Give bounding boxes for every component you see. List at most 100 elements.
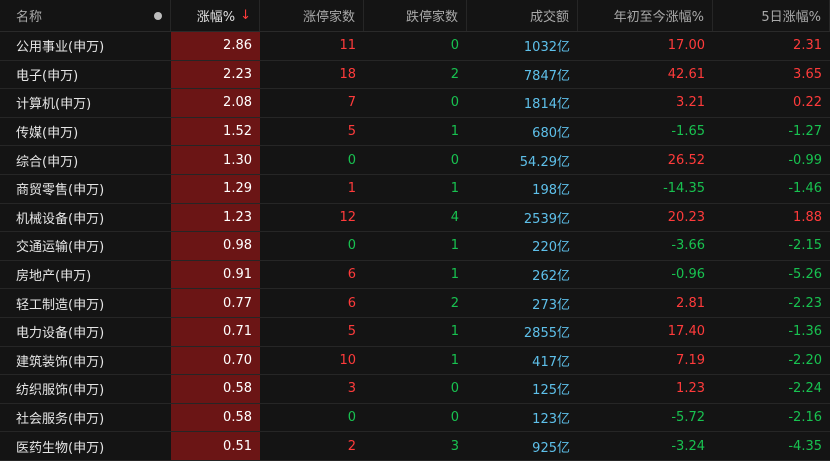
five-day-cell: -2.24	[788, 381, 822, 397]
five-day-cell: -2.20	[788, 352, 822, 368]
table-row[interactable]: 计算机(申万) 2.08 7 0 1814亿 3.21 0.22	[0, 89, 830, 118]
volume-cell: 220亿	[532, 240, 570, 256]
industry-name: 交通运输(申万)	[16, 240, 105, 256]
five-day-cell: -1.46	[788, 181, 822, 197]
limit-up-cell: 18	[339, 66, 356, 82]
five-day-cell: -5.26	[788, 267, 822, 283]
limit-down-cell: 1	[450, 352, 459, 368]
change-cell: 1.29	[171, 174, 260, 203]
table-row[interactable]: 商贸零售(申万) 1.29 1 1 198亿 -14.35 -1.46	[0, 174, 830, 204]
table-row[interactable]: 传媒(申万) 1.52 5 1 680亿 -1.65 -1.27	[0, 117, 830, 147]
limit-up-cell: 12	[339, 209, 356, 225]
five-day-cell: 0.22	[793, 95, 822, 111]
limit-down-cell: 0	[450, 410, 459, 426]
table-row[interactable]: 纺织服饰(申万) 0.58 3 0 125亿 1.23 -2.24	[0, 375, 830, 404]
column-header-name-label: 名称	[16, 10, 43, 25]
change-cell: 0.71	[171, 317, 260, 346]
column-header-change[interactable]: 涨幅% ↓	[171, 0, 260, 31]
limit-down-cell: 0	[450, 381, 459, 397]
industry-name: 电力设备(申万)	[16, 326, 105, 342]
limit-down-cell: 1	[450, 267, 459, 283]
change-cell: 0.51	[171, 432, 260, 460]
column-header-limit-down-label: 跌停家数	[405, 10, 458, 25]
limit-down-cell: 0	[450, 95, 459, 111]
change-cell: 1.30	[171, 146, 260, 174]
five-day-cell: 2.31	[793, 38, 822, 54]
five-day-cell: 3.65	[793, 66, 822, 82]
change-cell: 1.23	[171, 203, 260, 232]
column-header-ytd[interactable]: 年初至今涨幅%	[578, 0, 713, 31]
table-body: 公用事业(申万) 2.86 11 0 1032亿 17.00 2.31 电子(申万) 2.23 1…	[0, 32, 830, 461]
change-cell: 0.70	[171, 346, 260, 375]
volume-cell: 680亿	[532, 126, 570, 142]
table-row[interactable]: 电力设备(申万) 0.71 5 1 2855亿 17.40 -1.36	[0, 317, 830, 347]
table-row[interactable]: 公用事业(申万) 2.86 11 0 1032亿 17.00 2.31	[0, 32, 830, 61]
ytd-cell: 2.81	[676, 295, 705, 311]
ytd-cell: 42.61	[667, 66, 705, 82]
table-row[interactable]: 房地产(申万) 0.91 6 1 262亿 -0.96 -5.26	[0, 260, 830, 290]
volume-cell: 125亿	[532, 383, 570, 399]
column-header-volume-label: 成交额	[529, 10, 569, 25]
change-cell: 2.86	[171, 32, 260, 60]
table-row[interactable]: 轻工制造(申万) 0.77 6 2 273亿 2.81 -2.23	[0, 289, 830, 318]
ytd-cell: 20.23	[667, 209, 705, 225]
industry-name: 商贸零售(申万)	[16, 183, 105, 199]
settings-dot-icon[interactable]	[154, 11, 162, 20]
ytd-cell: -14.35	[663, 181, 705, 197]
industry-ranking-table: 名称 涨幅% ↓ 涨停家数 跌停家数 成交额 年初至今涨幅% 5日涨幅% 公用事…	[0, 0, 830, 461]
column-header-name[interactable]: 名称	[0, 0, 171, 31]
industry-name: 传媒(申万)	[16, 126, 79, 142]
ytd-cell: 3.21	[676, 95, 705, 111]
change-cell: 0.77	[171, 289, 260, 317]
five-day-cell: -1.36	[788, 324, 822, 340]
table-row[interactable]: 综合(申万) 1.30 0 0 54.29亿 26.52 -0.99	[0, 146, 830, 175]
table-row[interactable]: 机械设备(申万) 1.23 12 4 2539亿 20.23 1.88	[0, 203, 830, 233]
limit-up-cell: 0	[347, 410, 356, 426]
industry-name: 机械设备(申万)	[16, 211, 105, 227]
limit-down-cell: 1	[450, 124, 459, 140]
ytd-cell: 7.19	[676, 352, 705, 368]
limit-up-cell: 0	[347, 238, 356, 254]
five-day-cell: -2.23	[788, 295, 822, 311]
table-row[interactable]: 交通运输(申万) 0.98 0 1 220亿 -3.66 -2.15	[0, 232, 830, 261]
column-header-limit-down[interactable]: 跌停家数	[364, 0, 467, 31]
ytd-cell: -5.72	[671, 410, 705, 426]
change-cell: 0.91	[171, 260, 260, 289]
ytd-cell: 26.52	[667, 152, 705, 168]
limit-down-cell: 2	[450, 295, 459, 311]
column-header-limit-up-label: 涨停家数	[302, 10, 355, 25]
limit-up-cell: 6	[347, 267, 356, 283]
ytd-cell: 17.00	[667, 38, 705, 54]
column-header-volume[interactable]: 成交额	[467, 0, 578, 31]
ytd-cell: 1.23	[676, 381, 705, 397]
five-day-cell: 1.88	[793, 209, 822, 225]
table-row[interactable]: 社会服务(申万) 0.58 0 0 123亿 -5.72 -2.16	[0, 403, 830, 433]
industry-name: 医药生物(申万)	[16, 440, 105, 456]
table-row[interactable]: 电子(申万) 2.23 18 2 7847亿 42.61 3.65	[0, 60, 830, 90]
column-header-five-day[interactable]: 5日涨幅%	[713, 0, 830, 31]
volume-cell: 262亿	[532, 269, 570, 285]
limit-down-cell: 4	[450, 209, 459, 225]
column-header-ytd-label: 年初至今涨幅%	[613, 10, 704, 25]
volume-cell: 198亿	[532, 183, 570, 199]
ytd-cell: -1.65	[671, 124, 705, 140]
limit-down-cell: 1	[450, 324, 459, 340]
sort-desc-arrow-icon: ↓	[240, 8, 251, 23]
limit-down-cell: 2	[450, 66, 459, 82]
change-cell: 1.52	[171, 117, 260, 146]
table-row[interactable]: 建筑装饰(申万) 0.70 10 1 417亿 7.19 -2.20	[0, 346, 830, 376]
volume-cell: 7847亿	[523, 68, 570, 84]
limit-up-cell: 6	[347, 295, 356, 311]
limit-up-cell: 11	[339, 38, 356, 54]
limit-up-cell: 3	[347, 381, 356, 397]
limit-up-cell: 1	[347, 181, 356, 197]
volume-cell: 1814亿	[523, 97, 570, 113]
industry-name: 建筑装饰(申万)	[16, 354, 105, 370]
column-header-limit-up[interactable]: 涨停家数	[260, 0, 364, 31]
table-header: 名称 涨幅% ↓ 涨停家数 跌停家数 成交额 年初至今涨幅% 5日涨幅%	[0, 0, 830, 32]
five-day-cell: -0.99	[788, 152, 822, 168]
volume-cell: 1032亿	[523, 40, 570, 56]
volume-cell: 925亿	[532, 440, 570, 456]
change-cell: 2.23	[171, 60, 260, 89]
limit-up-cell: 2	[347, 438, 356, 454]
